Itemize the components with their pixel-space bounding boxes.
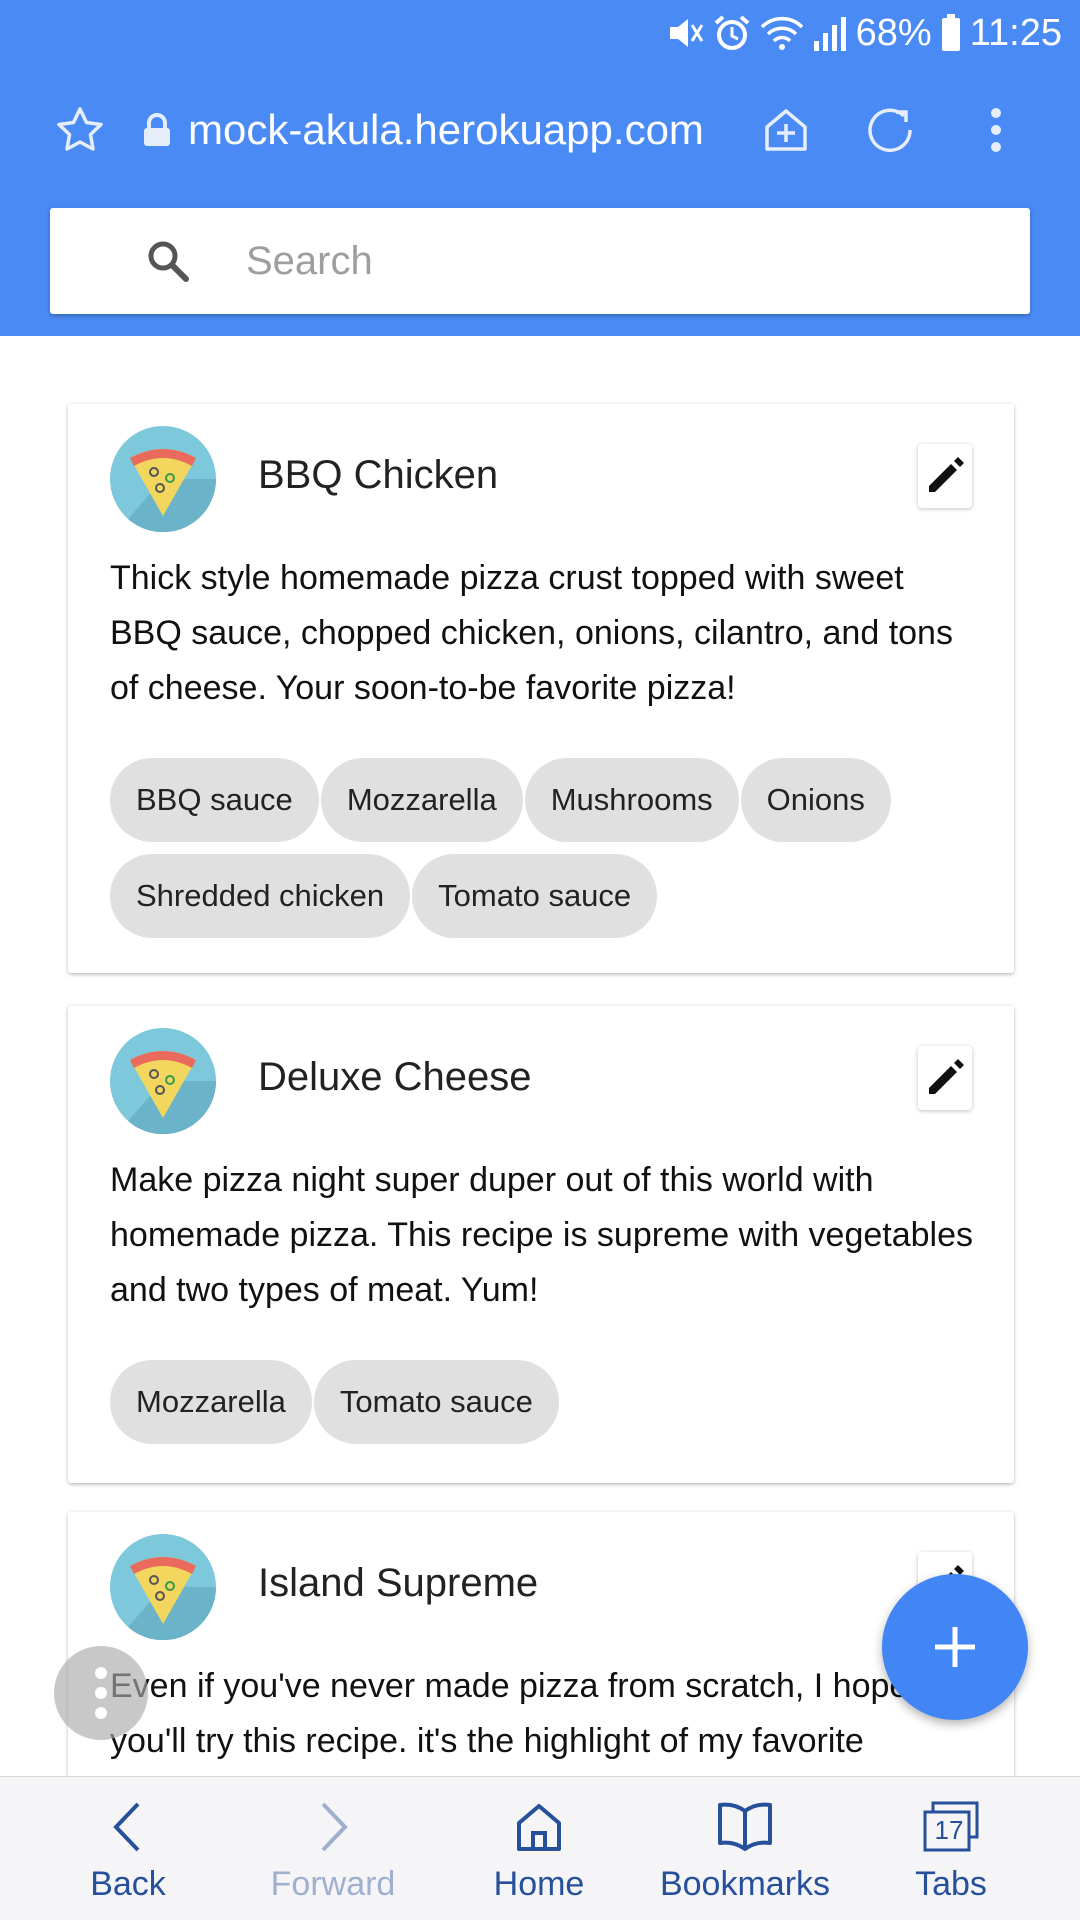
add-recipe-button[interactable]	[882, 1574, 1028, 1720]
status-bar: 68% 11:25	[0, 0, 1080, 66]
reload-button[interactable]	[858, 98, 922, 162]
bookmark-star-button[interactable]	[48, 98, 112, 162]
more-menu-button[interactable]	[964, 98, 1028, 162]
recipe-description: Even if you've never made pizza from scr…	[110, 1667, 909, 1760]
chevron-left-icon	[108, 1797, 148, 1857]
plus-icon	[935, 1627, 975, 1667]
nav-forward[interactable]: Forward	[233, 1777, 433, 1920]
floating-menu-button[interactable]	[54, 1646, 148, 1740]
ingredient-chips: BBQ sauce Mozzarella Mushrooms Onions Sh…	[110, 758, 980, 938]
more-vert-icon	[95, 1667, 107, 1719]
ingredient-chip[interactable]: Mozzarella	[320, 758, 523, 842]
nav-tabs-label: Tabs	[915, 1865, 987, 1903]
nav-bookmarks-label: Bookmarks	[659, 1865, 831, 1903]
tab-count: 17	[934, 1815, 964, 1845]
recipe-title: BBQ Chicken	[258, 453, 499, 497]
ingredient-chip[interactable]: Onions	[740, 758, 891, 842]
status-time: 11:25	[969, 12, 1062, 54]
edit-button[interactable]	[918, 444, 972, 508]
chevron-right-icon	[313, 1797, 353, 1857]
nav-home-label: Home	[493, 1865, 585, 1903]
star-icon	[57, 107, 103, 151]
edit-button[interactable]	[918, 1046, 972, 1110]
ingredient-chip[interactable]: Tomato sauce	[412, 854, 658, 938]
wifi-icon	[760, 16, 803, 50]
recipe-description: Make pizza night super duper out of this…	[110, 1161, 974, 1309]
address-bar[interactable]: mock-akula.herokuapp.com	[142, 98, 704, 162]
pencil-icon	[929, 457, 964, 492]
browser-toolbar: mock-akula.herokuapp.com	[0, 66, 1080, 336]
pizza-avatar-icon	[110, 426, 217, 533]
tabs-icon: 17	[921, 1797, 981, 1857]
search-bar	[50, 208, 1030, 314]
nav-back[interactable]: Back	[28, 1777, 228, 1920]
search-icon	[138, 231, 198, 291]
alarm-icon	[714, 15, 749, 50]
nav-tabs[interactable]: 17 Tabs	[851, 1777, 1051, 1920]
add-to-home-button[interactable]	[754, 98, 818, 162]
ingredient-chips: Mozzarella Tomato sauce	[110, 1360, 980, 1444]
browser-screen: 68% 11:25 mock-akula.herokuapp.com Searc…	[0, 0, 1080, 1920]
pizza-avatar-icon	[110, 1534, 217, 1641]
recipe-list: BBQ Chicken Thick style homemade pizza c…	[0, 336, 1080, 1776]
status-icons: 68% 11:25	[664, 8, 1062, 58]
battery-percent: 68%	[855, 12, 932, 54]
nav-bookmarks[interactable]: Bookmarks	[645, 1777, 845, 1920]
lock-icon	[144, 113, 170, 146]
browser-bottom-nav: Back Forward Home Bookmarks 17 Tabs	[0, 1776, 1080, 1920]
nav-forward-label: Forward	[270, 1865, 396, 1903]
ingredient-chip[interactable]: Tomato sauce	[313, 1360, 559, 1444]
recipe-card: Island Supreme Even if you've never made…	[68, 1512, 1014, 1776]
recipe-card: BBQ Chicken Thick style homemade pizza c…	[68, 404, 1014, 973]
ingredient-chip[interactable]: BBQ sauce	[110, 758, 319, 842]
recipe-title: Deluxe Cheese	[258, 1055, 532, 1099]
mute-icon	[669, 19, 703, 47]
more-vert-icon	[991, 108, 1001, 152]
signal-icon	[813, 17, 846, 51]
ingredient-chip[interactable]: Shredded chicken	[110, 854, 411, 938]
url-text: mock-akula.herokuapp.com	[188, 106, 704, 153]
pizza-avatar-icon	[110, 1028, 217, 1135]
recipe-title: Island Supreme	[258, 1561, 539, 1605]
home-icon	[513, 1797, 565, 1857]
pencil-icon	[929, 1059, 964, 1094]
reload-icon	[868, 108, 912, 152]
book-icon	[716, 1797, 774, 1857]
nav-back-label: Back	[90, 1865, 166, 1903]
ingredient-chip[interactable]: Mozzarella	[110, 1360, 312, 1444]
ingredient-chip[interactable]: Mushrooms	[524, 758, 739, 842]
recipe-description: Thick style homemade pizza crust topped …	[110, 559, 953, 707]
add-to-home-icon	[765, 109, 807, 151]
search-input[interactable]	[244, 225, 1008, 297]
battery-icon	[941, 14, 960, 51]
recipe-card: Deluxe Cheese Make pizza night super dup…	[68, 1006, 1014, 1483]
nav-home[interactable]: Home	[439, 1777, 639, 1920]
